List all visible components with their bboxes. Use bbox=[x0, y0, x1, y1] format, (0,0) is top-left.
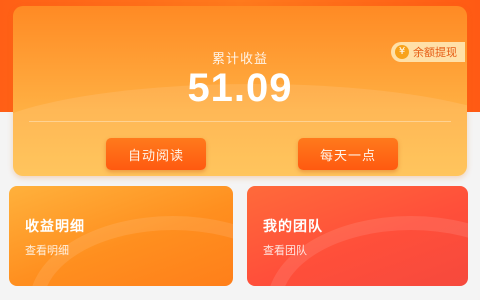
daily-button[interactable]: 每天一点 bbox=[298, 138, 398, 170]
earnings-value: 51.09 bbox=[187, 66, 293, 110]
my-team-card[interactable]: 我的团队 查看团队 bbox=[247, 186, 468, 286]
income-details-desc: 查看明细 bbox=[25, 244, 69, 257]
auto-read-button[interactable]: 自动阅读 bbox=[106, 138, 206, 170]
income-details-card[interactable]: 收益明细 查看明细 bbox=[9, 186, 233, 286]
withdraw-tag[interactable]: ¥ 余额提现 bbox=[391, 42, 465, 62]
coin-icon: ¥ bbox=[395, 45, 409, 59]
earnings-card: 累计收益 51.09 ¥ 余额提现 自动阅读 每天一点 bbox=[13, 6, 467, 176]
my-team-desc: 查看团队 bbox=[263, 244, 307, 257]
income-details-title: 收益明细 bbox=[25, 219, 85, 235]
withdraw-tag-label: 余额提现 bbox=[413, 46, 457, 59]
app-page: 累计收益 51.09 ¥ 余额提现 自动阅读 每天一点 收益明细 查看明细 我的… bbox=[0, 0, 480, 300]
my-team-title: 我的团队 bbox=[263, 219, 323, 235]
card-divider bbox=[29, 121, 451, 122]
